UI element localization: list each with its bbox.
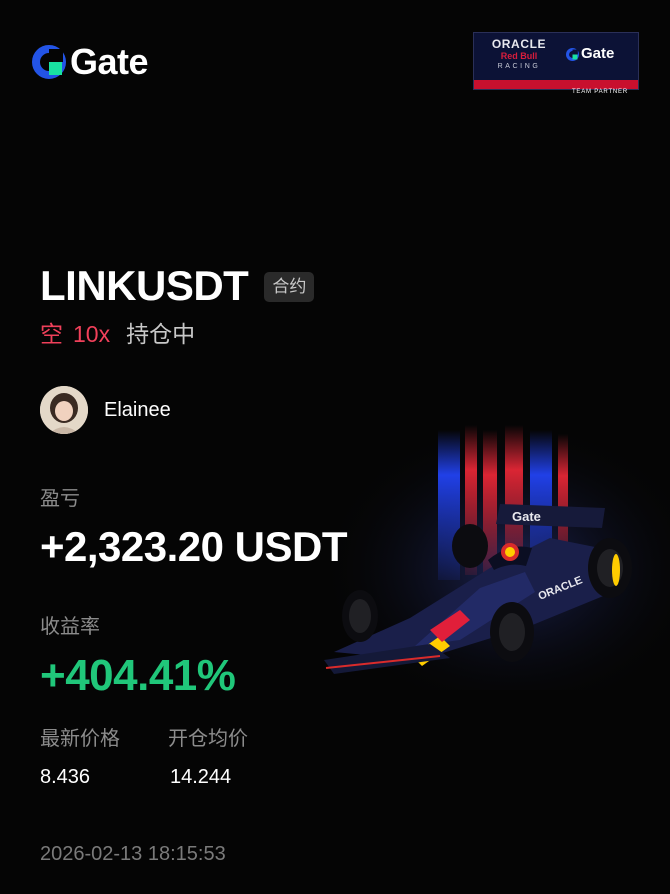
contract-tag: 合约 — [264, 272, 315, 302]
position-info: 空 10x 持仓中 — [40, 320, 195, 348]
pnl-label: 盈亏 — [40, 488, 80, 510]
user-avatar — [40, 386, 88, 434]
pnl-value: +2,323.20 USDT — [40, 523, 348, 570]
svg-text:Gate: Gate — [512, 509, 541, 524]
username: Elainee — [104, 399, 171, 421]
position-status: 持仓中 — [126, 321, 196, 347]
team-partner-strip: TEAM PARTNER — [474, 80, 638, 95]
partner-gate-text: Gate — [581, 45, 615, 62]
gate-logo-icon — [32, 45, 66, 79]
latest-price-value: 8.436 — [40, 766, 91, 788]
team-partner-text: TEAM PARTNER — [571, 89, 628, 95]
partner-gate-logo: Gate — [566, 46, 614, 62]
gate-logo-icon — [566, 47, 579, 61]
gate-logo-text: Gate — [70, 41, 149, 82]
entry-price-value: 14.244 — [170, 766, 232, 788]
roi-label: 收益率 — [40, 616, 100, 638]
oracle-text: ORACLE — [491, 37, 547, 51]
pair-row: LINKUSDT 合约 — [40, 262, 315, 310]
redbull-text: Red Bull — [500, 51, 538, 61]
leverage: 10x — [73, 321, 111, 347]
entry-price-label: 开仓均价 — [168, 728, 248, 750]
partner-badge: ORACLE Red Bull RACING Gate TEAM PARTNER — [473, 32, 639, 95]
oracle-redbull-logo: ORACLE Red Bull RACING — [480, 38, 558, 72]
gate-logo: Gate — [32, 41, 149, 82]
racing-text: RACING — [497, 63, 541, 70]
timestamp: 2026-02-13 18:15:53 — [40, 843, 226, 865]
roi-value: +404.41% — [40, 651, 236, 700]
trading-pair: LINKUSDT — [40, 262, 249, 309]
race-car-illustration: Gate ORACLE — [320, 420, 670, 690]
latest-price-label: 最新价格 — [40, 728, 120, 750]
user-row: Elainee — [40, 386, 171, 434]
position-side: 空 — [40, 321, 63, 347]
